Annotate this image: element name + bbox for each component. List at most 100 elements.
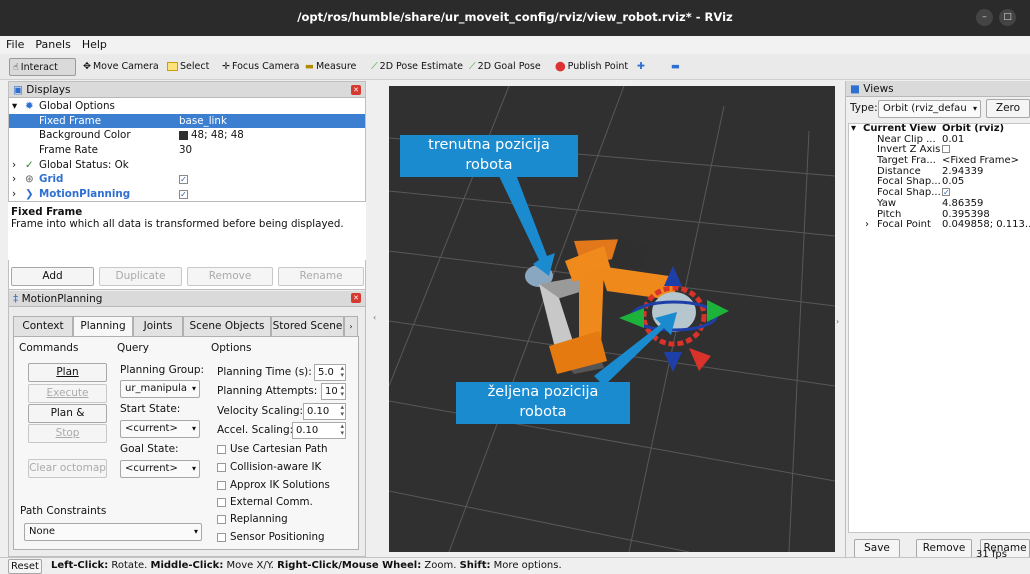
add-display-button[interactable]: Add bbox=[11, 267, 94, 286]
close-icon[interactable]: ✕ bbox=[351, 293, 361, 303]
close-icon[interactable]: ✕ bbox=[351, 85, 361, 95]
measure-tool-button[interactable]: ▬ Measure bbox=[302, 58, 359, 76]
reset-button[interactable]: Reset bbox=[8, 559, 42, 574]
path-constraints-label: Path Constraints bbox=[20, 505, 107, 517]
focal-shape-checkbox[interactable]: ✓ bbox=[942, 188, 950, 197]
tree-row-frame-rate[interactable]: Frame Rate 30 bbox=[9, 143, 365, 158]
views-row-focal-point[interactable]: › Focal Point 0.049858; 0.113... bbox=[849, 220, 1030, 231]
tab-joints[interactable]: Joints bbox=[133, 316, 183, 336]
move-camera-tool-button[interactable]: ✥ Move Camera bbox=[80, 58, 162, 76]
planning-time-spinbox[interactable]: 5.0 ▴ ▾ bbox=[314, 364, 346, 381]
collision-aware-ik-checkbox[interactable]: Collision-aware IK bbox=[217, 461, 321, 473]
execute-button[interactable]: Execute bbox=[28, 384, 107, 403]
minimize-button[interactable]: – bbox=[976, 9, 993, 26]
checkbox-box bbox=[217, 497, 226, 507]
3d-viewport[interactable]: trenutna pozicija robota željena pozicija… bbox=[389, 86, 835, 552]
maximize-button[interactable]: □ bbox=[999, 9, 1016, 26]
chevron-down-icon: ▾ bbox=[12, 100, 18, 112]
start-state-select[interactable]: <current> ▾ bbox=[120, 420, 200, 438]
views-row-focal-shape-fixed[interactable]: Focal Shap... ✓ bbox=[849, 188, 1030, 199]
add-tool-icon[interactable]: ✚ bbox=[634, 58, 648, 76]
planning-group-select[interactable]: ur_manipula ▾ bbox=[120, 380, 200, 398]
menu-help[interactable]: Help bbox=[76, 36, 112, 51]
views-row-focal-shape-size[interactable]: Focal Shap... 0.05 bbox=[849, 177, 1030, 188]
view-type-label: Type: bbox=[850, 102, 878, 114]
velocity-scaling-spinbox[interactable]: 0.10 ▴ ▾ bbox=[303, 403, 346, 420]
invert-z-checkbox[interactable] bbox=[942, 145, 950, 154]
sensor-positioning-checkbox[interactable]: Sensor Positioning bbox=[217, 531, 325, 543]
description-text: Frame into which all data is transformed… bbox=[11, 218, 344, 230]
views-row-invert-z[interactable]: Invert Z Axis bbox=[849, 145, 1030, 156]
monitor-icon: ▣ bbox=[13, 84, 23, 96]
planning-attempts-spinbox[interactable]: 10 ▴ ▾ bbox=[321, 383, 346, 400]
goal-pose-tool-button[interactable]: ⟋ 2D Goal Pose bbox=[466, 58, 544, 76]
zero-button[interactable]: Zero bbox=[986, 99, 1030, 118]
duplicate-display-button[interactable]: Duplicate bbox=[99, 267, 182, 286]
tab-scroll-arrow[interactable]: › bbox=[344, 316, 358, 336]
publish-point-tool-button[interactable]: ⬤ Publish Point bbox=[552, 58, 631, 76]
grid-icon: ⊛ bbox=[25, 173, 34, 186]
views-panel: ■ Views Type: Orbit (rviz_defau ▾ Zero ▾ C… bbox=[845, 81, 1030, 558]
window-title: /opt/ros/humble/share/ur_moveit_config/r… bbox=[297, 10, 733, 24]
views-row-current-view[interactable]: ▾ Current View Orbit (rviz) bbox=[849, 124, 1030, 135]
view-type-select[interactable]: Orbit (rviz_defau ▾ bbox=[878, 100, 981, 118]
replanning-checkbox[interactable]: Replanning bbox=[217, 513, 288, 525]
views-row-yaw[interactable]: Yaw 4.86359 bbox=[849, 199, 1030, 210]
views-row-pitch[interactable]: Pitch 0.395398 bbox=[849, 210, 1030, 221]
check-icon: ✓ bbox=[25, 158, 34, 171]
clear-octomap-button[interactable]: Clear octomap bbox=[28, 459, 107, 478]
tab-context[interactable]: Context bbox=[13, 316, 73, 336]
tree-row-motion-planning[interactable]: › ❯ MotionPlanning ✓ bbox=[9, 187, 365, 202]
callout-goal-position: željena pozicija robota bbox=[456, 382, 630, 424]
select-tool-button[interactable]: Select bbox=[164, 58, 212, 76]
options-label: Options bbox=[211, 342, 252, 354]
accel-scaling-spinbox[interactable]: 0.10 ▴ ▾ bbox=[292, 422, 346, 439]
tree-row-fixed-frame[interactable]: Fixed Frame base_link bbox=[9, 113, 365, 129]
views-row-near-clip[interactable]: Near Clip ... 0.01 bbox=[849, 135, 1030, 146]
interact-tool-button[interactable]: ☝ Interact bbox=[9, 58, 76, 76]
focus-camera-tool-button[interactable]: ✛ Focus Camera bbox=[219, 58, 302, 76]
focus-camera-icon: ✛ bbox=[222, 61, 230, 72]
tab-planning[interactable]: Planning bbox=[73, 316, 133, 337]
chevron-down-icon: ▾ bbox=[193, 527, 198, 536]
goal-state-select[interactable]: <current> ▾ bbox=[120, 460, 200, 478]
path-constraints-select[interactable]: None ▾ bbox=[24, 523, 202, 541]
remove-view-button[interactable]: Remove bbox=[916, 539, 972, 558]
description-title: Fixed Frame bbox=[11, 206, 83, 218]
motion-planning-header: ‡ MotionPlanning ✕ bbox=[9, 291, 365, 307]
rename-display-button[interactable]: Rename bbox=[278, 267, 364, 286]
menu-file[interactable]: File bbox=[0, 36, 29, 51]
checkbox-box bbox=[217, 532, 226, 542]
stop-button[interactable]: Stop bbox=[28, 424, 107, 443]
tree-row-background-color[interactable]: Background Color 48; 48; 48 bbox=[9, 128, 365, 143]
pose-estimate-tool-button[interactable]: ⟋ 2D Pose Estimate bbox=[368, 58, 466, 76]
views-row-target-frame[interactable]: Target Fra... <Fixed Frame> bbox=[849, 156, 1030, 167]
frame-rate-value[interactable]: 30 bbox=[179, 143, 192, 158]
external-comm-checkbox[interactable]: External Comm. bbox=[217, 496, 313, 508]
save-view-button[interactable]: Save bbox=[854, 539, 900, 558]
tab-scene-objects[interactable]: Scene Objects bbox=[183, 316, 271, 336]
views-row-distance[interactable]: Distance 2.94339 bbox=[849, 167, 1030, 178]
plan-and-execute-button[interactable]: Plan & Execute bbox=[28, 404, 107, 436]
tree-row-grid[interactable]: › ⊛ Grid ✓ bbox=[9, 172, 365, 187]
grid-enabled-checkbox[interactable]: ✓ bbox=[179, 174, 188, 184]
motion-planning-enabled-checkbox[interactable]: ✓ bbox=[179, 189, 188, 199]
left-splitter-arrow-icon[interactable]: ‹ bbox=[373, 313, 376, 322]
fps-counter: 31 fps bbox=[976, 549, 1007, 560]
use-cartesian-path-checkbox[interactable]: Use Cartesian Path bbox=[217, 443, 328, 455]
tab-stored-scenes[interactable]: Stored Scene bbox=[271, 316, 344, 336]
property-description: Fixed Frame Frame into which all data is… bbox=[8, 201, 366, 260]
tree-row-global-options[interactable]: ▾ ✹ Global Options bbox=[9, 99, 365, 114]
plan-button[interactable]: Plan bbox=[28, 363, 107, 382]
background-color-value[interactable]: 48; 48; 48 bbox=[179, 128, 244, 143]
remove-display-button[interactable]: Remove bbox=[187, 267, 273, 286]
hand-icon: ☝ bbox=[13, 62, 19, 73]
motion-planning-icon: ‡ bbox=[13, 293, 19, 305]
approx-ik-solutions-checkbox[interactable]: Approx IK Solutions bbox=[217, 479, 330, 491]
right-splitter-arrow-icon[interactable]: › bbox=[836, 317, 839, 326]
fixed-frame-value[interactable]: base_link bbox=[179, 114, 227, 129]
commands-label: Commands bbox=[19, 342, 79, 354]
tree-row-global-status[interactable]: › ✓ Global Status: Ok bbox=[9, 158, 365, 173]
remove-tool-icon[interactable]: ▬ bbox=[668, 58, 683, 76]
menu-panels[interactable]: Panels bbox=[29, 36, 75, 51]
